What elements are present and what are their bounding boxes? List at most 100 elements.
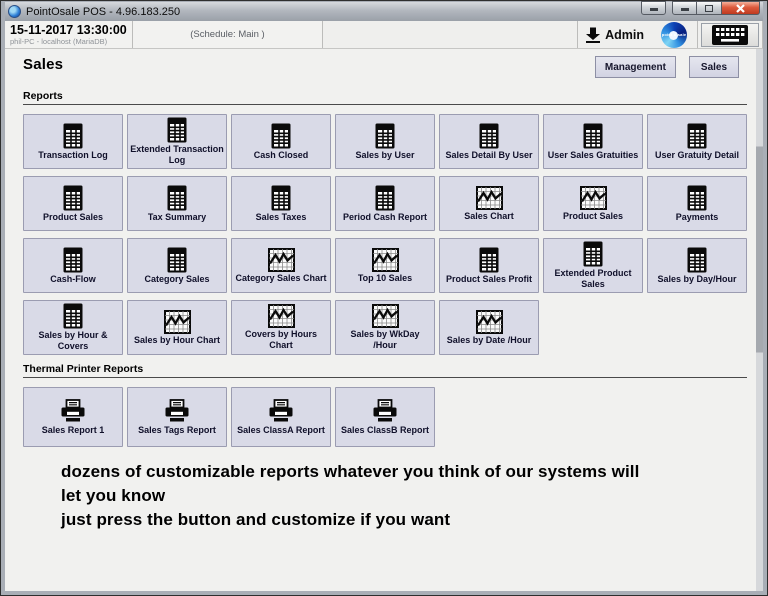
keyboard-panel — [697, 21, 763, 48]
sales-by-hour-covers-button[interactable]: Sales by Hour & Covers — [23, 300, 123, 355]
sales-by-date-hour-button[interactable]: Sales by Date /Hour — [439, 300, 539, 355]
extended-product-sales-button[interactable]: Extended Product Sales — [543, 238, 643, 293]
covers-by-hours-chart-button[interactable]: Covers by Hours Chart — [231, 300, 331, 355]
chart-icon — [476, 310, 503, 334]
printer-icon — [164, 399, 190, 422]
thermal-section-label: Thermal Printer Reports — [23, 363, 753, 375]
chart-icon — [580, 186, 607, 210]
sales-by-day-hour-button[interactable]: Sales by Day/Hour — [647, 238, 747, 293]
pointosale-logo-icon: point o sale — [661, 22, 687, 48]
period-cash-report-button[interactable]: Period Cash Report — [335, 176, 435, 231]
sales-classa-report-button[interactable]: Sales ClassA Report — [231, 387, 331, 447]
sales-by-wkday-hour-button[interactable]: Sales by WkDay /Hour — [335, 300, 435, 355]
sales-detail-by-user-button[interactable]: Sales Detail By User — [439, 114, 539, 169]
note-line: let you know — [61, 484, 753, 508]
reports-grid: Transaction Log Extended Transaction Log… — [23, 114, 747, 355]
maximize-icon — [705, 5, 713, 12]
top-10-sales-button[interactable]: Top 10 Sales — [335, 238, 435, 293]
category-sales-chart-button[interactable]: Category Sales Chart — [231, 238, 331, 293]
admin-button[interactable]: Admin — [578, 21, 651, 48]
table-report-icon — [63, 123, 83, 149]
note-line: just press the button and customize if y… — [61, 508, 753, 532]
sales-classb-report-button[interactable]: Sales ClassB Report — [335, 387, 435, 447]
table-report-icon — [583, 123, 603, 149]
minimize-button[interactable] — [672, 1, 697, 15]
app-window: PointOsale POS - 4.96.183.250 — [0, 0, 768, 596]
table-report-icon — [375, 123, 395, 149]
sales-by-hour-chart-button[interactable]: Sales by Hour Chart — [127, 300, 227, 355]
download-arrow-icon — [585, 27, 601, 43]
chart-icon — [476, 186, 503, 210]
table-report-icon — [167, 247, 187, 273]
table-report-icon — [63, 303, 83, 329]
table-report-icon — [687, 123, 707, 149]
close-icon — [736, 4, 745, 13]
admin-label: Admin — [605, 28, 644, 42]
cash-flow-button[interactable]: Cash-Flow — [23, 238, 123, 293]
table-report-icon — [63, 247, 83, 273]
chart-icon — [164, 310, 191, 334]
keyboard-button[interactable] — [701, 23, 759, 47]
table-report-icon — [687, 247, 707, 273]
reports-section-label: Reports — [23, 90, 753, 102]
chart-icon — [372, 304, 399, 328]
table-report-icon — [167, 185, 187, 211]
host-text: phil-PC - localhost (MariaDB) — [10, 37, 127, 46]
tax-summary-button[interactable]: Tax Summary — [127, 176, 227, 231]
cash-closed-button[interactable]: Cash Closed — [231, 114, 331, 169]
top-nav: Management Sales — [595, 56, 753, 78]
payments-button[interactable]: Payments — [647, 176, 747, 231]
management-tab-button[interactable]: Management — [595, 56, 676, 78]
minimize-icon — [681, 8, 689, 11]
user-gratuity-detail-button[interactable]: User Gratuity Detail — [647, 114, 747, 169]
titlebar[interactable]: PointOsale POS - 4.96.183.250 — [5, 2, 763, 21]
user-sales-gratuities-button[interactable]: User Sales Gratuities — [543, 114, 643, 169]
extended-transaction-log-button[interactable]: Extended Transaction Log — [127, 114, 227, 169]
vertical-scrollbar[interactable] — [756, 49, 763, 591]
schedule-text: (Schedule: Main ) — [190, 29, 264, 40]
sales-by-user-button[interactable]: Sales by User — [335, 114, 435, 169]
sales-taxes-button[interactable]: Sales Taxes — [231, 176, 331, 231]
section-divider — [23, 377, 747, 378]
brand-logo: point o sale — [651, 21, 697, 48]
titlebar-extra-button[interactable] — [641, 1, 666, 15]
table-report-icon — [63, 185, 83, 211]
table-report-icon — [687, 185, 707, 211]
product-sales-profit-button[interactable]: Product Sales Profit — [439, 238, 539, 293]
keyboard-icon — [712, 25, 748, 45]
thermal-reports-grid: Sales Report 1 Sales Tags Report Sales C… — [23, 387, 747, 447]
table-report-icon — [479, 123, 499, 149]
window-title: PointOsale POS - 4.96.183.250 — [26, 6, 180, 18]
chart-icon — [372, 248, 399, 272]
schedule-panel: (Schedule: Main ) — [133, 21, 323, 48]
category-sales-button[interactable]: Category Sales — [127, 238, 227, 293]
product-sales-button[interactable]: Product Sales — [543, 176, 643, 231]
status-bar: 15-11-2017 13:30:00 phil-PC - localhost … — [5, 21, 763, 49]
dash-icon — [650, 8, 658, 11]
chart-icon — [268, 304, 295, 328]
printer-icon — [372, 399, 398, 422]
window-controls — [641, 1, 760, 15]
note-line: dozens of customizable reports whatever … — [61, 460, 753, 484]
table-report-icon — [271, 185, 291, 211]
table-report-icon — [375, 185, 395, 211]
maximize-button[interactable] — [697, 1, 722, 15]
app-logo-icon — [8, 5, 21, 18]
transaction-log-button[interactable]: Transaction Log — [23, 114, 123, 169]
sales-tags-report-button[interactable]: Sales Tags Report — [127, 387, 227, 447]
logo-text: point o sale — [662, 32, 687, 37]
product-sales-button[interactable]: Product Sales — [23, 176, 123, 231]
page-title: Sales — [19, 56, 63, 73]
close-button[interactable] — [722, 1, 760, 15]
printer-icon — [268, 399, 294, 422]
section-divider — [23, 104, 747, 105]
sales-report-1-button[interactable]: Sales Report 1 — [23, 387, 123, 447]
sales-chart-button[interactable]: Sales Chart — [439, 176, 539, 231]
marketing-note: dozens of customizable reports whatever … — [61, 460, 753, 532]
datetime-panel: 15-11-2017 13:30:00 phil-PC - localhost … — [5, 21, 133, 48]
sales-tab-button[interactable]: Sales — [689, 56, 739, 78]
chart-icon — [268, 248, 295, 272]
main-content: Sales Management Sales Reports Transacti… — [5, 49, 763, 591]
table-report-icon — [271, 123, 291, 149]
table-report-icon — [479, 247, 499, 273]
